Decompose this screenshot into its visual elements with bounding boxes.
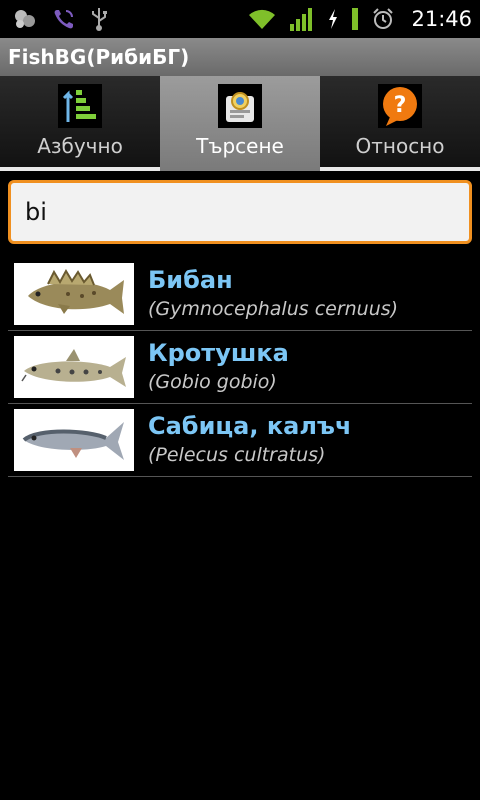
search-tab-icon — [218, 84, 262, 128]
gudgeon-fish-image — [14, 336, 134, 398]
tab-search-label: Търсене — [196, 134, 284, 158]
battery-icon — [352, 8, 359, 30]
fish-text: Бибан (Gymnocephalus cernuus) — [148, 266, 398, 322]
fish-name: Бибан — [148, 266, 233, 294]
tab-alphabetical[interactable]: Азбучно — [0, 76, 160, 171]
tab-search[interactable]: Търсене — [160, 76, 320, 171]
list-item[interactable]: Кротушка (Gobio gobio) — [8, 331, 472, 404]
fish-text: Сабица, калъч (Pelecus cultratus) — [148, 412, 351, 468]
signal-icon — [290, 8, 313, 31]
fish-name: Сабица, калъч — [148, 412, 352, 440]
status-bar: 21:46 — [0, 0, 480, 38]
list-item[interactable]: Сабица, калъч (Pelecus cultratus) — [8, 404, 472, 477]
sabre-carp-fish-image — [14, 409, 134, 471]
viber-icon — [54, 10, 73, 29]
tab-bar: Азбучно Търсене ? Относно — [0, 76, 480, 171]
app-title-bar: FishBG(РибиБГ) — [0, 38, 480, 76]
fish-latin-name: (Pelecus cultratus) — [148, 444, 326, 466]
fish-text: Кротушка (Gobio gobio) — [148, 339, 289, 395]
tab-underline — [320, 167, 480, 171]
fish-name: Кротушка — [148, 339, 289, 367]
list-item[interactable]: Бибан (Gymnocephalus cernuus) — [8, 258, 472, 331]
fish-latin-name: (Gymnocephalus cernuus) — [148, 298, 399, 320]
ruffe-fish-image — [14, 263, 134, 325]
tab-underline — [0, 167, 160, 171]
app-title: FishBG(РибиБГ) — [8, 45, 190, 69]
search-input[interactable] — [8, 180, 472, 244]
fish-list: Бибан (Gymnocephalus cernuus) Кротушка (… — [8, 258, 472, 477]
tab-about[interactable]: ? Относно — [320, 76, 480, 171]
tab-about-label: Относно — [355, 134, 445, 158]
alarm-icon — [373, 8, 394, 29]
question-icon: ? — [378, 84, 422, 128]
status-clock: 21:46 — [411, 7, 472, 31]
usb-icon — [92, 8, 107, 31]
charging-icon — [329, 9, 338, 29]
fish-latin-name: (Gobio gobio) — [148, 371, 277, 393]
svg-text:?: ? — [394, 93, 407, 118]
app-notification-icon — [15, 10, 35, 28]
search-container — [8, 180, 472, 244]
wifi-icon — [249, 9, 276, 29]
alphabetical-sort-icon — [58, 84, 102, 128]
tab-alphabetical-label: Азбучно — [37, 134, 123, 158]
